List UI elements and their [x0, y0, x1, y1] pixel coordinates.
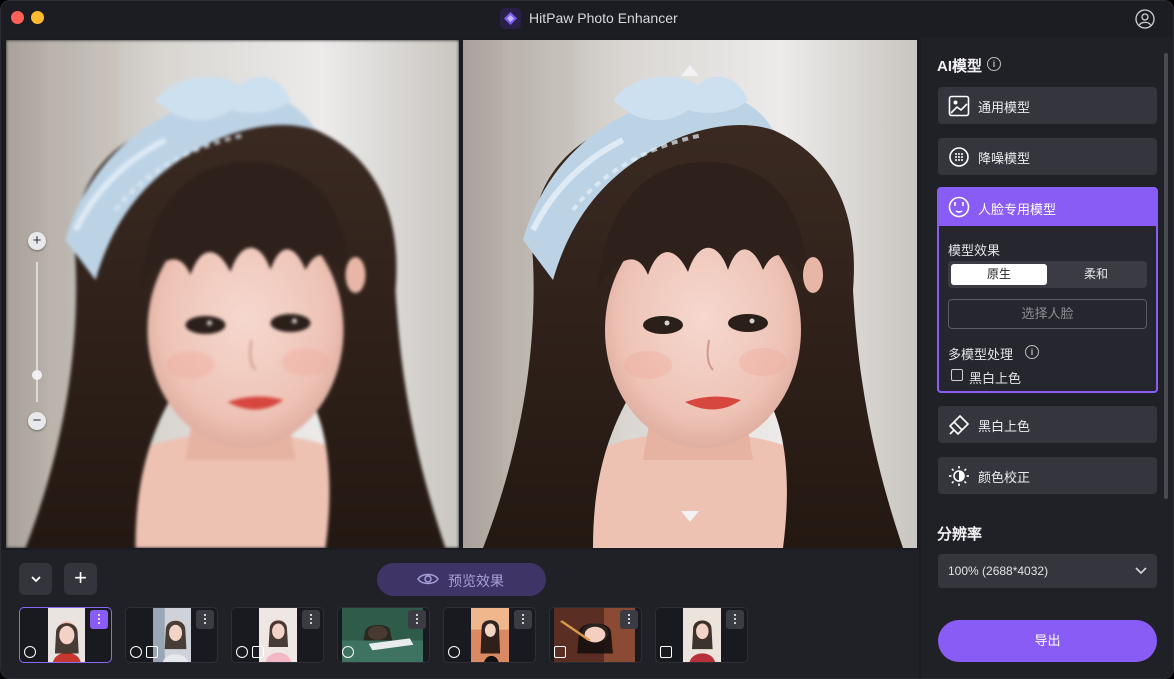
zoom-control: + −	[28, 232, 48, 432]
denoise-icon	[342, 646, 354, 658]
export-button[interactable]: 导出	[938, 620, 1157, 662]
close-window-button[interactable]	[11, 11, 24, 24]
model-colorize[interactable]: 黑白上色	[938, 406, 1157, 443]
face-icon	[24, 646, 36, 658]
enhanced-preview[interactable]	[463, 40, 917, 548]
zoom-slider-track[interactable]	[36, 262, 38, 402]
colorize-checkbox[interactable]	[951, 369, 963, 381]
model-denoise[interactable]: 降噪模型	[938, 138, 1157, 175]
chevron-down-icon	[30, 576, 41, 583]
model-color-correct[interactable]: 颜色校正	[938, 457, 1157, 494]
effect-natural-option[interactable]: 原生	[951, 264, 1047, 285]
denoise-icon	[949, 147, 969, 167]
sidebar-scrollbar[interactable]	[1164, 53, 1168, 499]
thumbnail-image	[48, 608, 85, 662]
resolution-select[interactable]: 100% (2688*4032)	[938, 554, 1157, 588]
minimize-window-button[interactable]	[31, 11, 44, 24]
thumbnail-more-menu[interactable]	[90, 610, 108, 629]
thumbnail-more-menu[interactable]	[196, 610, 214, 629]
ai-model-title: AI模型	[937, 58, 983, 75]
hitpaw-logo-icon	[500, 8, 521, 29]
thumbnail-more-menu[interactable]	[726, 610, 744, 629]
model-effect-label: 模型效果	[948, 243, 1001, 258]
thumbnail-item[interactable]	[231, 607, 324, 663]
title-bar: HitPaw Photo Enhancer	[1, 1, 1173, 37]
colorize-icon	[146, 646, 158, 658]
enhanced-photo	[463, 40, 917, 548]
app-window: HitPaw Photo Enhancer + − + 预览效果 AI模型 i …	[0, 0, 1174, 679]
scroll-up-arrow-icon[interactable]	[681, 65, 699, 76]
model-color-correct-label: 颜色校正	[978, 470, 1031, 485]
eye-icon	[417, 573, 439, 585]
model-colorize-label: 黑白上色	[978, 419, 1031, 434]
colorize-icon	[554, 646, 566, 658]
model-general[interactable]: 通用模型	[938, 87, 1157, 124]
colorize-icon	[948, 414, 970, 436]
face-icon	[130, 646, 142, 658]
original-preview[interactable]: + −	[6, 40, 459, 548]
bottom-toolbar: + 预览效果	[1, 550, 919, 678]
thumbnail-item[interactable]	[655, 607, 748, 663]
face-icon	[948, 196, 970, 218]
thumbnail-image	[153, 608, 191, 662]
thumbnail-item[interactable]	[549, 607, 642, 663]
model-denoise-label: 降噪模型	[978, 151, 1031, 166]
model-face-panel: 人脸专用模型 模型效果 原生 柔和 选择人脸 多模型处理 i 黑白上色	[937, 187, 1158, 393]
thumbnail-image	[683, 608, 721, 662]
thumbnail-item[interactable]	[443, 607, 536, 663]
multi-model-label: 多模型处理	[948, 347, 1014, 362]
effect-soft-option[interactable]: 柔和	[1048, 264, 1144, 285]
preview-effect-button[interactable]: 预览效果	[377, 563, 546, 596]
general-icon	[660, 646, 672, 658]
thumbnail-more-menu[interactable]	[620, 610, 638, 629]
thumbnail-more-menu[interactable]	[514, 610, 532, 629]
model-face[interactable]: 人脸专用模型	[939, 189, 1156, 226]
sun-icon	[949, 466, 969, 486]
thumbnail-image	[259, 608, 297, 662]
model-general-label: 通用模型	[978, 100, 1031, 115]
chevron-down-icon	[1135, 567, 1147, 575]
select-face-button[interactable]: 选择人脸	[948, 299, 1147, 329]
model-face-label: 人脸专用模型	[978, 202, 1057, 217]
thumbnail-item[interactable]	[19, 607, 112, 663]
thumbnail-more-menu[interactable]	[302, 610, 320, 629]
face-icon	[236, 646, 248, 658]
resolution-value: 100% (2688*4032)	[948, 564, 1049, 578]
colorize-icon	[252, 646, 264, 658]
thumbnail-image	[471, 608, 509, 662]
thumbnail-strip	[19, 607, 759, 663]
thumbnail-item[interactable]	[337, 607, 430, 663]
resolution-title: 分辨率	[937, 526, 983, 543]
info-icon[interactable]: i	[987, 57, 1001, 71]
settings-sidebar: AI模型 i 通用模型 降噪模型 人脸专用模型 模型效果 原生 柔和 选择人脸 …	[921, 37, 1173, 678]
image-icon	[948, 95, 970, 117]
info-icon[interactable]: i	[1025, 345, 1039, 359]
collapse-button[interactable]	[19, 563, 52, 595]
original-photo	[6, 40, 459, 548]
scroll-down-arrow-icon[interactable]	[681, 511, 699, 522]
colorize-checkbox-label: 黑白上色	[969, 371, 1022, 386]
thumbnail-item[interactable]	[125, 607, 218, 663]
user-account-icon[interactable]	[1135, 9, 1155, 29]
add-image-button[interactable]: +	[64, 563, 97, 595]
app-title: HitPaw Photo Enhancer	[529, 10, 678, 26]
zoom-slider-handle[interactable]	[32, 370, 42, 380]
preview-effect-label: 预览效果	[448, 573, 504, 589]
denoise-icon	[448, 646, 460, 658]
model-effect-toggle: 原生 柔和	[948, 261, 1147, 288]
zoom-out-button[interactable]: −	[28, 412, 46, 430]
thumbnail-more-menu[interactable]	[408, 610, 426, 629]
zoom-in-button[interactable]: +	[28, 232, 46, 250]
